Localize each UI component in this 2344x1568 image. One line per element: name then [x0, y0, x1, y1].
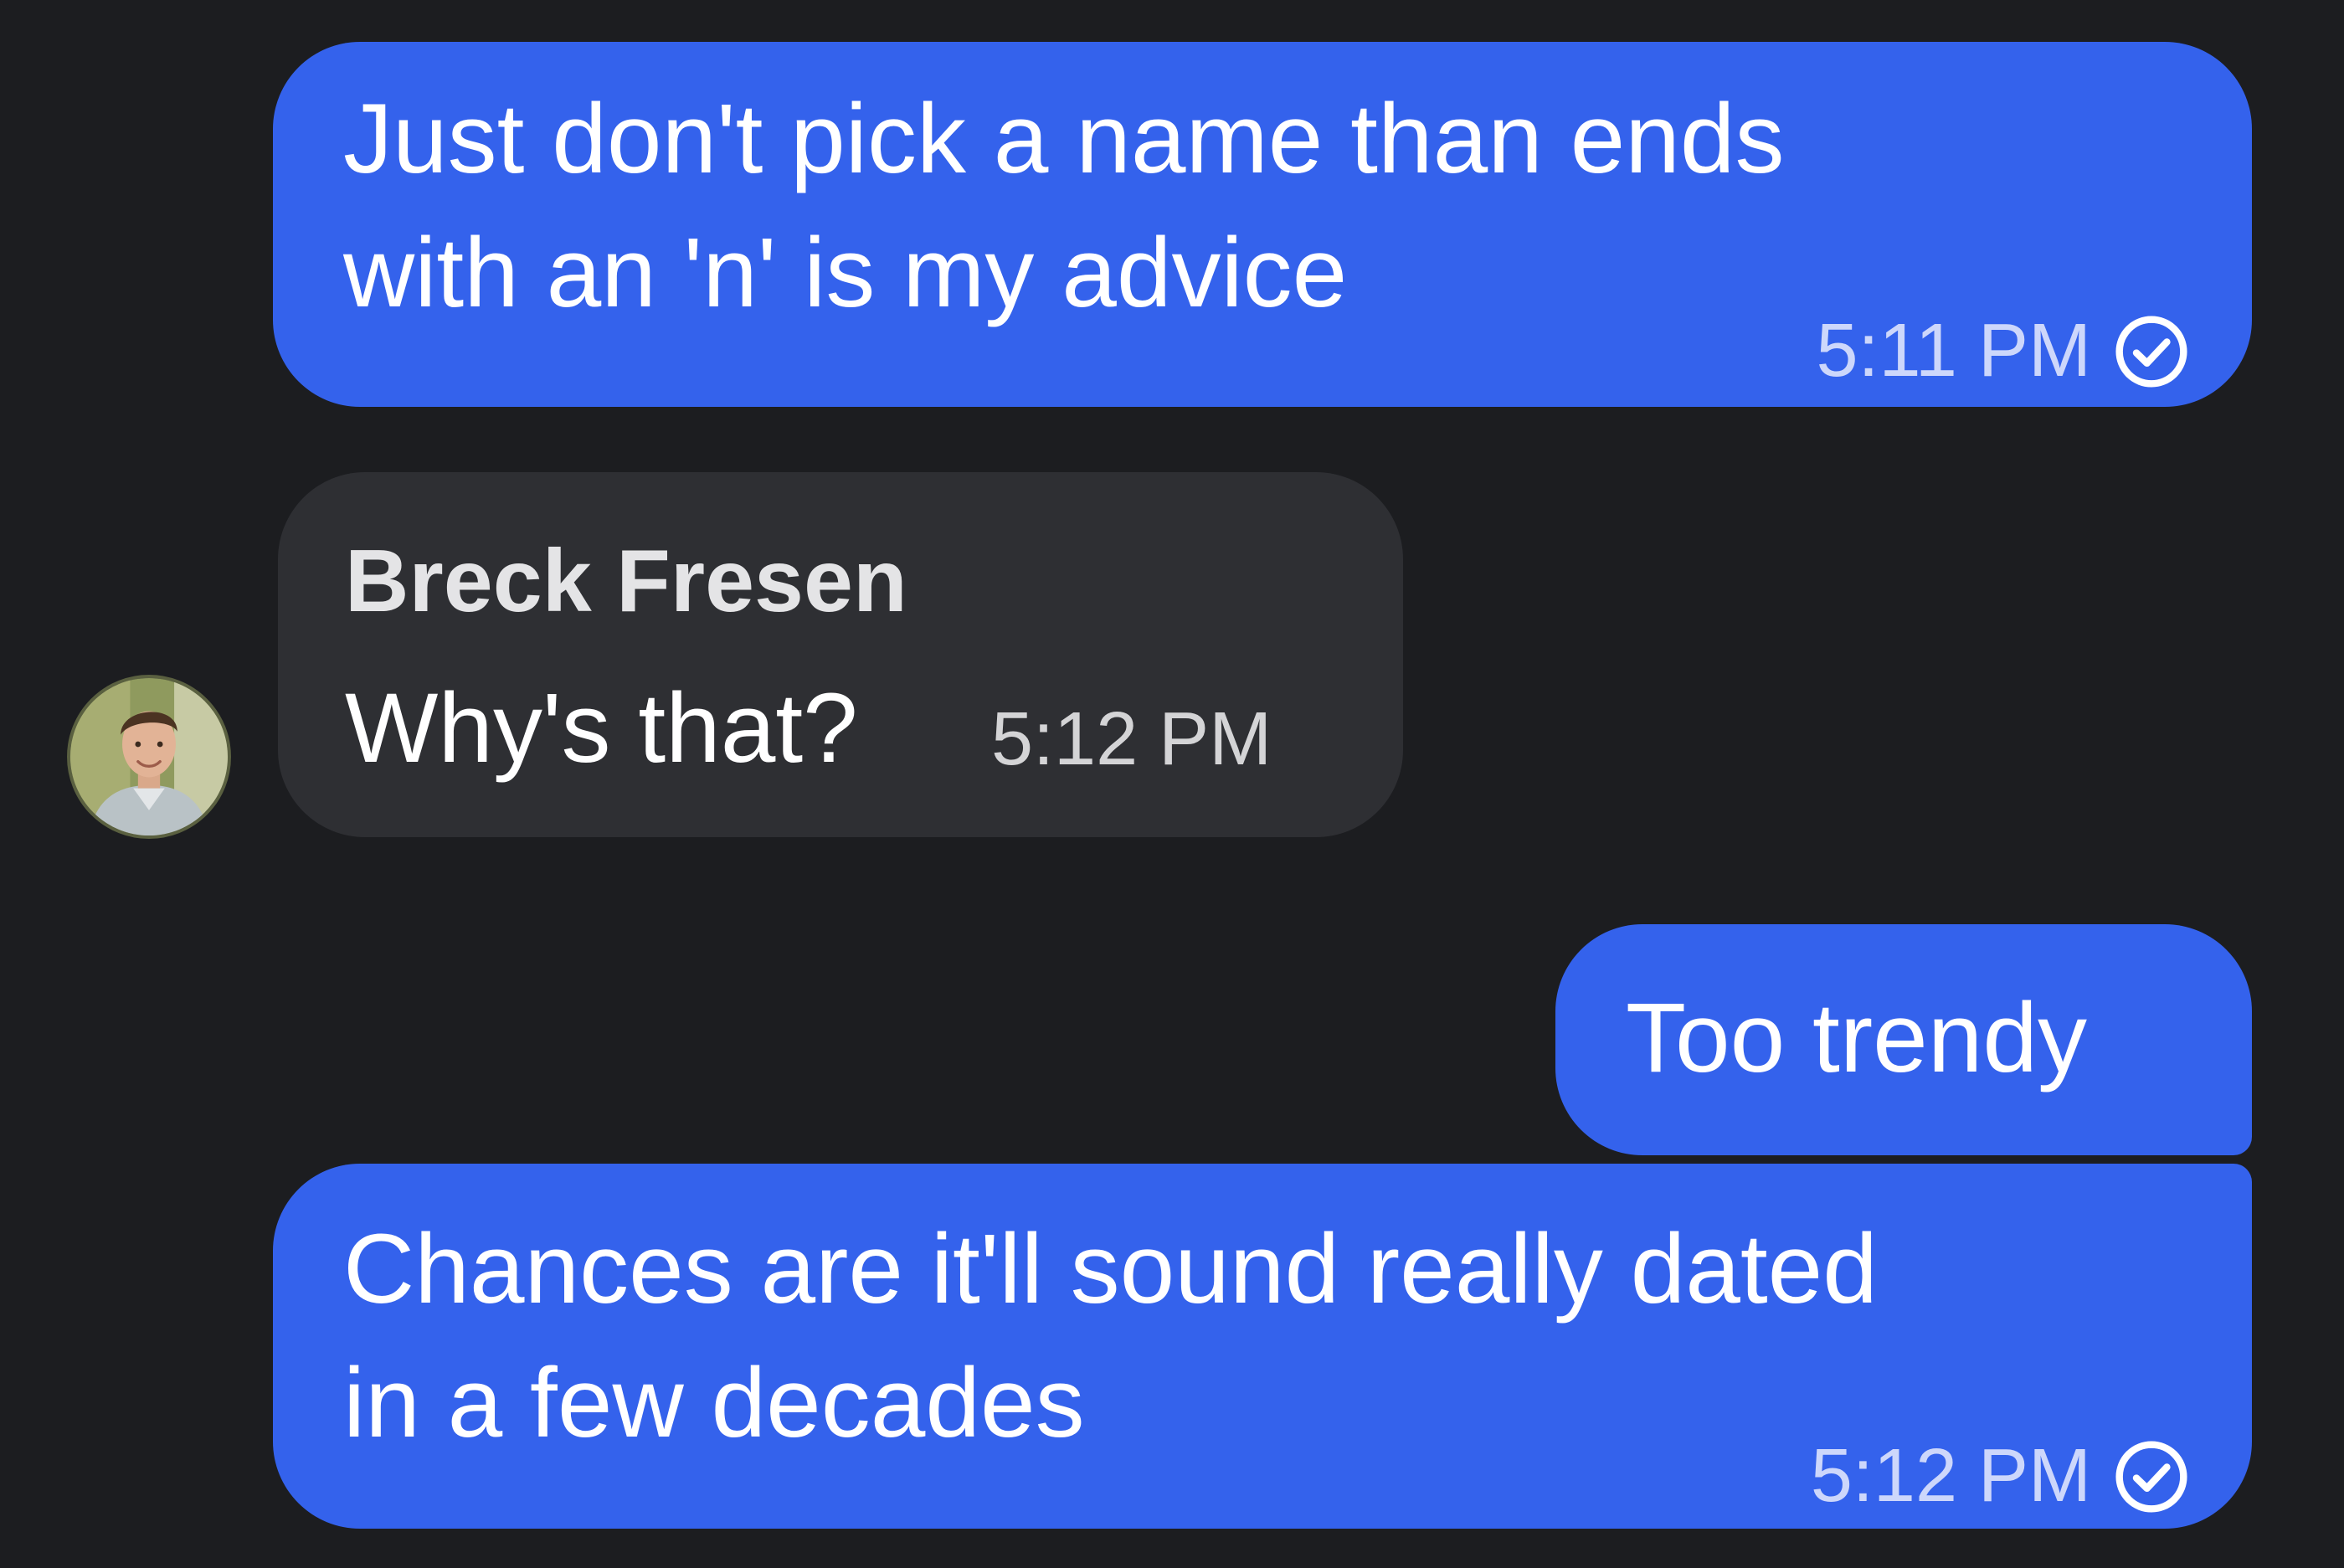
message-meta: 5:11 PM — [1817, 308, 2191, 394]
message-text: Too trendy — [1626, 983, 2087, 1093]
message-text: Why's that? — [345, 673, 858, 784]
read-check-icon — [2115, 1440, 2187, 1513]
avatar-photo — [70, 678, 228, 835]
outgoing-message-bubble[interactable]: Chances are it'll sound really dated in … — [273, 1164, 2252, 1529]
conversation: Just don't pick a name than ends with an… — [0, 0, 2344, 1568]
message-text-line-1: Just don't pick a name than ends — [343, 84, 1785, 194]
outgoing-message-bubble[interactable]: Just don't pick a name than ends with an… — [273, 42, 2252, 407]
message-time: 5:12 PM — [1810, 1434, 2091, 1518]
incoming-message-bubble[interactable]: Breck Fresen Why's that? 5:12 PM — [278, 472, 1403, 837]
sender-name: Breck Fresen — [345, 532, 907, 630]
message-time: 5:11 PM — [1816, 309, 2092, 393]
outgoing-message-bubble[interactable]: Too trendy — [1555, 924, 2252, 1155]
sender-avatar[interactable] — [67, 675, 231, 839]
message-meta: 5:12 PM — [1811, 1433, 2190, 1519]
read-check-icon — [2115, 315, 2187, 388]
message-meta: 5:12 PM — [991, 697, 1272, 783]
message-text-line-2: in a few decades — [343, 1348, 1085, 1458]
message-time: 5:12 PM — [991, 697, 1272, 781]
message-text-line-2: with an 'n' is my advice — [343, 218, 1348, 328]
message-text-line-1: Chances are it'll sound really dated — [343, 1214, 1878, 1324]
